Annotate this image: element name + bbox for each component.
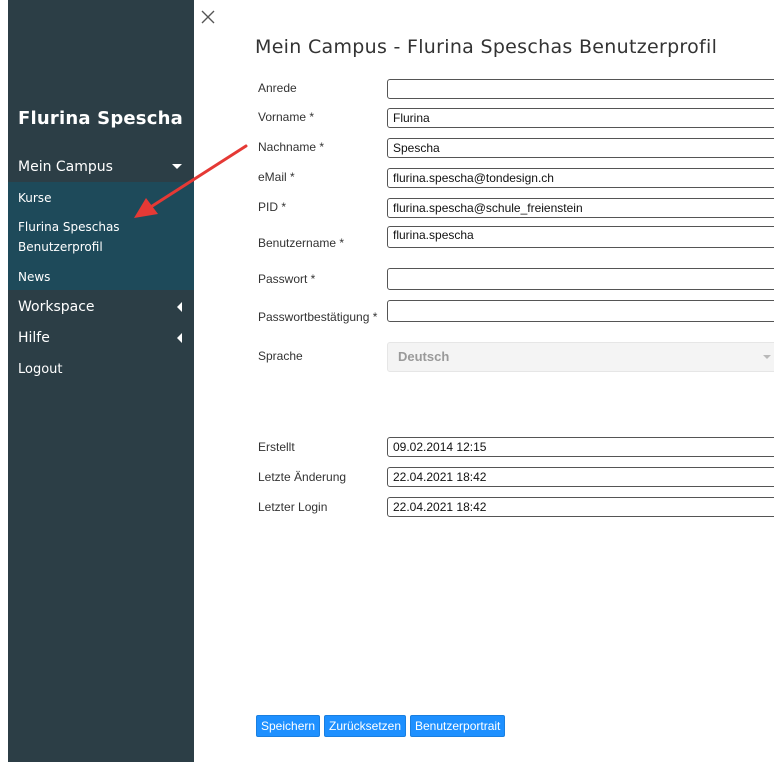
anrede-input[interactable] bbox=[387, 79, 774, 99]
erstellt-input[interactable] bbox=[387, 437, 774, 457]
sidebar-item-label: Logout bbox=[18, 361, 63, 377]
sidebar-item-label: Hilfe bbox=[18, 330, 50, 346]
sidebar-item-hilfe[interactable]: Hilfe bbox=[8, 324, 194, 352]
reset-button[interactable]: Zurücksetzen bbox=[324, 715, 407, 737]
sidebar-item-label: Kurse bbox=[18, 191, 52, 205]
benutzername-label: Benutzername * bbox=[258, 236, 345, 250]
sprache-select-value: Deutsch bbox=[398, 349, 450, 364]
passwortbestaetigung-label: Passwortbestätigung * bbox=[258, 310, 378, 324]
passwort-label: Passwort * bbox=[258, 272, 316, 286]
app-window: Flurina Spescha Mein Campus Kurse Flurin… bbox=[0, 0, 774, 762]
page-title: Mein Campus - Flurina Speschas Benutzerp… bbox=[255, 36, 718, 58]
letzte-aenderung-input[interactable] bbox=[387, 467, 774, 487]
sidebar-item-label: Flurina Speschas Benutzerprofil bbox=[18, 220, 120, 254]
sidebar-item-news[interactable]: News bbox=[8, 266, 194, 288]
sidebar-item-kurse[interactable]: Kurse bbox=[8, 187, 194, 209]
sidebar-item-label: Mein Campus bbox=[18, 159, 113, 175]
caret-left-icon bbox=[177, 333, 182, 343]
vorname-input[interactable] bbox=[387, 108, 774, 128]
close-icon[interactable] bbox=[201, 10, 215, 24]
sidebar-item-mein-campus[interactable]: Mein Campus bbox=[8, 152, 194, 182]
sidebar-item-label: Workspace bbox=[18, 299, 95, 315]
passwort-input[interactable] bbox=[387, 268, 774, 290]
nachname-input[interactable] bbox=[387, 138, 774, 158]
sidebar-item-logout[interactable]: Logout bbox=[8, 358, 194, 380]
benutzername-input[interactable] bbox=[387, 226, 774, 248]
sidebar-user-name: Flurina Spescha bbox=[18, 108, 183, 129]
erstellt-label: Erstellt bbox=[258, 440, 295, 454]
sprache-select[interactable]: Deutsch bbox=[387, 342, 774, 372]
letzter-login-input[interactable] bbox=[387, 497, 774, 517]
nachname-label: Nachname * bbox=[258, 140, 325, 154]
caret-down-icon bbox=[172, 164, 182, 169]
letzter-login-label: Letzter Login bbox=[258, 500, 328, 514]
letzte-aenderung-label: Letzte Änderung bbox=[258, 470, 347, 484]
sprache-label: Sprache bbox=[258, 349, 303, 363]
sidebar-item-benutzerprofil[interactable]: Flurina Speschas Benutzerprofil bbox=[8, 217, 158, 257]
vorname-label: Vorname * bbox=[258, 110, 315, 124]
save-button[interactable]: Speichern bbox=[256, 715, 321, 737]
chevron-down-icon bbox=[763, 355, 771, 359]
email-input[interactable] bbox=[387, 168, 774, 188]
email-label: eMail * bbox=[258, 170, 295, 184]
passwortbestaetigung-input[interactable] bbox=[387, 300, 774, 322]
anrede-label: Anrede bbox=[258, 81, 297, 95]
sidebar-item-workspace[interactable]: Workspace bbox=[8, 293, 194, 321]
sidebar: Flurina Spescha Mein Campus Kurse Flurin… bbox=[8, 0, 194, 762]
caret-left-icon bbox=[177, 302, 182, 312]
sidebar-item-label: News bbox=[18, 270, 51, 284]
pid-input[interactable] bbox=[387, 198, 774, 218]
pid-label: PID * bbox=[258, 200, 287, 214]
user-portrait-button[interactable]: Benutzerportrait bbox=[410, 715, 506, 737]
